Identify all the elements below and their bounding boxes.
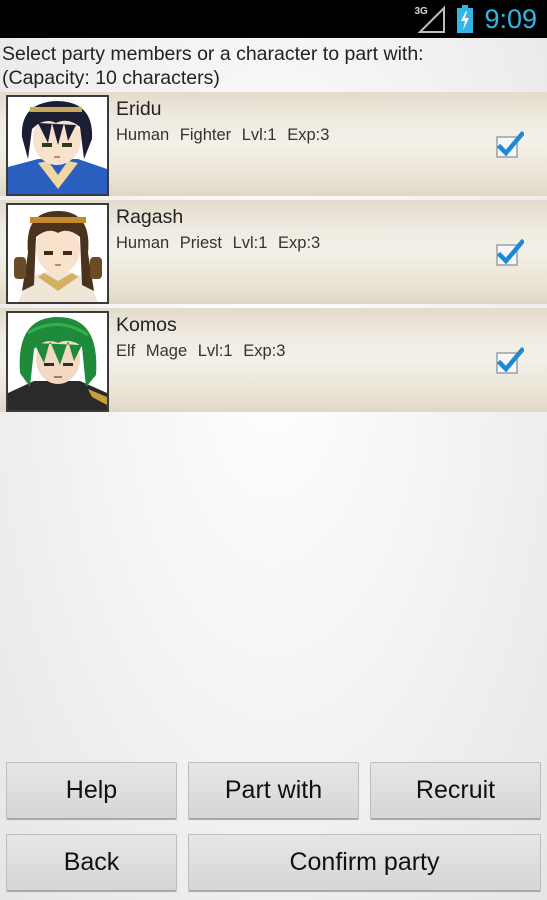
character-level: Lvl:1 bbox=[197, 342, 233, 360]
party-member-row[interactable]: Komos Elf Mage Lvl:1 Exp:3 bbox=[0, 308, 547, 412]
brown-haired-priest-portrait bbox=[6, 203, 109, 304]
character-class: Priest bbox=[179, 234, 222, 252]
character-name: Eridu bbox=[116, 98, 162, 120]
party-member-row[interactable]: Eridu Human Fighter Lvl:1 Exp:3 bbox=[0, 92, 547, 196]
character-exp: Exp:3 bbox=[278, 234, 321, 252]
party-list: Eridu Human Fighter Lvl:1 Exp:3 Ragash H… bbox=[0, 92, 547, 416]
character-stats: Human Fighter Lvl:1 Exp:3 bbox=[116, 126, 329, 145]
dark-haired-fighter-portrait bbox=[6, 95, 109, 196]
battery-charging-icon bbox=[457, 5, 474, 33]
instruction-line-2: (Capacity: 10 characters) bbox=[2, 67, 220, 89]
help-button[interactable]: Help bbox=[6, 762, 177, 820]
status-bar: 3G 9:09 bbox=[0, 0, 547, 38]
character-class: Fighter bbox=[179, 126, 232, 144]
instruction-line-1: Select party members or a character to p… bbox=[2, 43, 424, 65]
part-with-button[interactable]: Part with bbox=[188, 762, 359, 820]
character-name: Komos bbox=[116, 314, 177, 336]
checkbox-checked-icon[interactable] bbox=[494, 238, 524, 268]
character-exp: Exp:3 bbox=[243, 342, 286, 360]
clock: 9:09 bbox=[484, 3, 537, 34]
character-name: Ragash bbox=[116, 206, 184, 228]
character-level: Lvl:1 bbox=[241, 126, 277, 144]
character-stats: Elf Mage Lvl:1 Exp:3 bbox=[116, 342, 285, 361]
character-race: Human bbox=[116, 126, 170, 144]
signal-icon: 3G bbox=[414, 4, 448, 34]
party-member-row[interactable]: Ragash Human Priest Lvl:1 Exp:3 bbox=[0, 200, 547, 304]
character-race: Human bbox=[116, 234, 170, 252]
checkbox-checked-icon[interactable] bbox=[494, 346, 524, 376]
character-class: Mage bbox=[145, 342, 188, 360]
character-stats: Human Priest Lvl:1 Exp:3 bbox=[116, 234, 320, 253]
recruit-button[interactable]: Recruit bbox=[370, 762, 541, 820]
character-exp: Exp:3 bbox=[287, 126, 330, 144]
checkbox-checked-icon[interactable] bbox=[494, 130, 524, 160]
character-level: Lvl:1 bbox=[232, 234, 268, 252]
back-button[interactable]: Back bbox=[6, 834, 177, 892]
confirm-party-button[interactable]: Confirm party bbox=[188, 834, 541, 892]
character-race: Elf bbox=[116, 342, 136, 360]
instruction-text: Select party members or a character to p… bbox=[2, 42, 542, 90]
green-haired-mage-portrait bbox=[6, 311, 109, 412]
